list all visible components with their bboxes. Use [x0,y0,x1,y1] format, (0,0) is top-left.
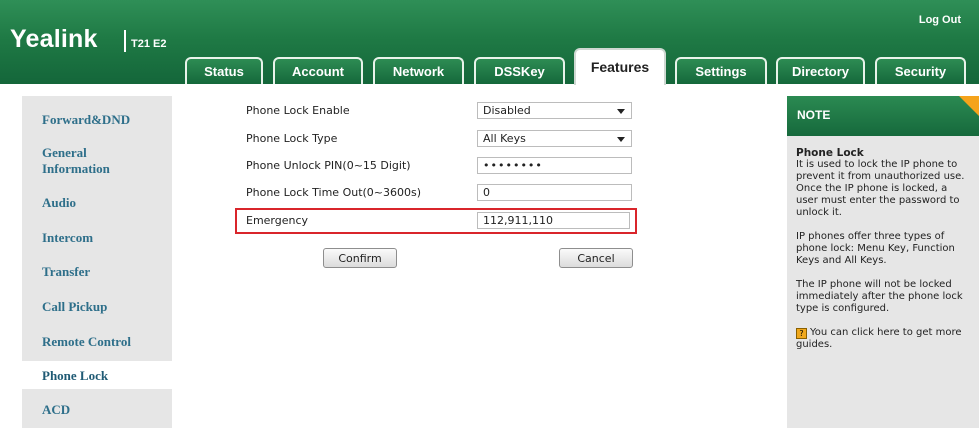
note-title: NOTE [797,108,831,122]
logout-link[interactable]: Log Out [919,14,961,26]
phone-lock-enable-value: Disabled [483,104,531,117]
tab-security[interactable]: Security [875,57,966,84]
sidebar-item-audio[interactable]: Audio [42,195,76,211]
note-paragraph: It is used to lock the IP phone to preve… [796,159,965,218]
phone-lock-type-value: All Keys [483,132,526,145]
logo-divider [124,30,126,52]
note-paragraph: The IP phone will not be locked immediat… [796,279,963,314]
model-label: T21 E2 [131,38,167,50]
guide-book-icon: ? [796,328,807,339]
cancel-button[interactable]: Cancel [559,248,633,268]
note-heading: Phone Lock [796,147,864,159]
sidebar-item-phone-lock[interactable]: Phone Lock [42,368,108,384]
note-body: Phone Lock It is used to lock the IP pho… [796,147,972,363]
tab-dsskey[interactable]: DSSKey [474,57,565,84]
confirm-button[interactable]: Confirm [323,248,397,268]
tab-status[interactable]: Status [185,57,263,84]
sidebar-item-forward-dnd[interactable]: Forward&DND [42,112,130,128]
phone-unlock-pin-value: •••••••• [483,159,543,172]
phone-lock-timeout-value: 0 [483,186,490,199]
note-paragraph: IP phones offer three types of phone loc… [796,231,955,266]
emergency-label: Emergency [246,214,309,227]
guide-text: You can click here to get more guides. [796,327,962,350]
sidebar-item-call-pickup[interactable]: Call Pickup [42,299,107,315]
tab-network[interactable]: Network [373,57,464,84]
phone-unlock-pin-label: Phone Unlock PIN(0~15 Digit) [246,159,411,172]
sidebar-item-general-information[interactable]: General Information [42,145,152,177]
phone-lock-type-label: Phone Lock Type [246,132,338,145]
phone-lock-type-select[interactable]: All Keys [477,130,632,147]
brand-logo: Yealink [10,25,98,53]
note-corner-icon [959,96,979,116]
emergency-input[interactable]: 112,911,110 [477,212,630,229]
tab-account[interactable]: Account [273,57,363,84]
sidebar-item-remote-control[interactable]: Remote Control [42,334,131,350]
tab-features[interactable]: Features [574,48,666,85]
phone-unlock-pin-input[interactable]: •••••••• [477,157,632,174]
emergency-value: 112,911,110 [483,214,553,227]
tab-settings[interactable]: Settings [675,57,767,84]
sidebar-item-acd[interactable]: ACD [42,402,70,418]
guide-link[interactable]: ? You can click here to get more guides. [796,327,972,351]
phone-lock-enable-select[interactable]: Disabled [477,102,632,119]
phone-lock-timeout-input[interactable]: 0 [477,184,632,201]
phone-lock-timeout-label: Phone Lock Time Out(0~3600s) [246,186,422,199]
sidebar-item-transfer[interactable]: Transfer [42,264,90,280]
tab-directory[interactable]: Directory [776,57,865,84]
phone-lock-enable-label: Phone Lock Enable [246,104,350,117]
sidebar-item-intercom[interactable]: Intercom [42,230,93,246]
